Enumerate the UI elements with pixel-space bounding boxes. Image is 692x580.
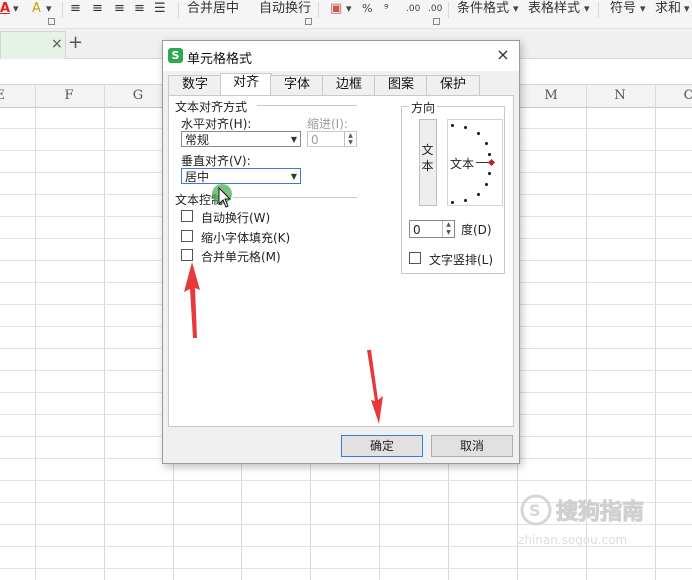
dropdown-arrow-icon[interactable]: ▾: [13, 0, 19, 20]
shrink-to-fit-label[interactable]: 缩小字体填充(K): [201, 229, 290, 246]
decimal-decrease-button[interactable]: .00: [428, 0, 442, 20]
dropdown-arrow-icon[interactable]: ▾: [640, 0, 646, 20]
symbol-button[interactable]: 符号: [610, 0, 636, 20]
wps-spreadsheet-icon: S: [168, 48, 183, 63]
column-header[interactable]: O: [655, 88, 692, 103]
font-color-icon[interactable]: A: [0, 0, 10, 20]
annotation-arrow-up: [184, 262, 200, 338]
spinner-arrows-icon[interactable]: ▲ ▼: [344, 132, 356, 146]
vertical-stack-checkbox[interactable]: [409, 252, 421, 264]
chevron-down-icon: ▼: [290, 172, 297, 181]
font-group-launcher-icon[interactable]: [48, 18, 55, 25]
conditional-format-button[interactable]: 条件格式: [457, 0, 509, 20]
merge-cells-checkbox[interactable]: [181, 249, 193, 261]
svg-text:S: S: [529, 501, 541, 520]
document-tab[interactable]: ×: [0, 31, 66, 59]
orientation-dial[interactable]: 文本: [447, 119, 503, 206]
column-header[interactable]: E: [0, 88, 34, 103]
number-group-launcher-icon[interactable]: [433, 18, 440, 25]
table-style-button[interactable]: 表格样式: [528, 0, 580, 20]
tab-alignment[interactable]: 对齐: [220, 73, 272, 96]
dropdown-arrow-icon[interactable]: ▾: [513, 0, 519, 20]
dropdown-arrow-icon[interactable]: ▾: [584, 0, 590, 20]
tab-border[interactable]: 边框: [322, 75, 376, 95]
text-alignment-group-label: 文本对齐方式: [175, 100, 248, 114]
sum-button[interactable]: 求和: [655, 0, 681, 20]
dialog-title-bar[interactable]: S 单元格格式 ×: [163, 41, 519, 71]
tab-protection[interactable]: 保护: [426, 75, 480, 95]
alignment-panel: 文本对齐方式 水平对齐(H): 常规 ▼ 缩进(I): 0 ▲ ▼ 垂直对齐(V)…: [168, 95, 514, 427]
justify-icon[interactable]: ≡: [134, 0, 145, 20]
tab-close-icon[interactable]: ×: [51, 36, 63, 52]
toolbar-ribbon: A ▾ A ▾ ≡ ≡ ≡ ≡ ☰ 合并居中 自动换行 ▣ ▾ % ⁹ .00 …: [0, 0, 692, 29]
shrink-to-fit-checkbox[interactable]: [181, 230, 193, 242]
merge-cells-label[interactable]: 合并单元格(M): [201, 248, 281, 265]
column-header[interactable]: N: [586, 88, 654, 103]
tab-number[interactable]: 数字: [168, 75, 222, 95]
tab-pattern[interactable]: 图案: [374, 75, 428, 95]
column-header[interactable]: M: [517, 88, 585, 103]
cancel-button[interactable]: 取消: [431, 435, 513, 457]
column-header[interactable]: F: [35, 88, 103, 103]
vertical-text-button[interactable]: 文本: [419, 119, 437, 206]
orientation-group-label: 方向: [409, 99, 438, 116]
degree-spinner[interactable]: 0 ▲ ▼: [409, 220, 455, 238]
align-center-icon[interactable]: ≡: [92, 0, 103, 20]
vertical-align-label: 垂直对齐(V):: [181, 154, 251, 168]
dialog-title: 单元格格式: [187, 52, 253, 67]
currency-icon[interactable]: ▣: [330, 0, 342, 20]
align-right-icon[interactable]: ≡: [114, 0, 125, 20]
thousands-separator-button[interactable]: ⁹: [384, 0, 388, 20]
dropdown-arrow-icon[interactable]: ▾: [46, 0, 52, 20]
dropdown-arrow-icon[interactable]: ▾: [684, 0, 690, 20]
distributed-icon[interactable]: ☰: [154, 0, 166, 20]
vertical-stack-label[interactable]: 文字竖排(L): [429, 251, 493, 268]
fill-color-icon[interactable]: A: [32, 0, 41, 20]
auto-wrap-button[interactable]: 自动换行: [259, 0, 311, 20]
ok-button[interactable]: 确定: [341, 435, 423, 457]
mouse-pointer-icon: [218, 187, 232, 208]
horizontal-align-label: 水平对齐(H):: [181, 117, 252, 131]
new-tab-icon[interactable]: +: [68, 32, 83, 53]
wrap-text-label[interactable]: 自动换行(W): [201, 209, 270, 226]
merge-center-button[interactable]: 合并居中: [187, 0, 239, 20]
dropdown-arrow-icon[interactable]: ▾: [346, 0, 352, 20]
vertical-align-select[interactable]: 居中 ▼: [181, 168, 301, 184]
orientation-dial-text: 文本: [450, 157, 475, 171]
align-group-launcher-icon[interactable]: [305, 18, 312, 25]
annotation-arrow-down: [367, 350, 383, 424]
align-left-icon[interactable]: ≡: [70, 0, 81, 20]
chevron-down-icon: ▼: [290, 135, 297, 144]
svg-text:搜狗指南: 搜狗指南: [556, 500, 644, 525]
horizontal-align-select[interactable]: 常规 ▼: [181, 131, 301, 147]
indent-label: 缩进(I):: [307, 117, 348, 131]
close-icon[interactable]: ×: [493, 45, 513, 65]
svg-text:zhinan.sogou.com: zhinan.sogou.com: [518, 533, 627, 547]
degree-label: 度(D): [461, 223, 492, 237]
wrap-text-checkbox[interactable]: [181, 210, 193, 222]
tab-font[interactable]: 字体: [270, 75, 324, 95]
percent-button[interactable]: %: [362, 0, 372, 20]
spinner-arrows-icon[interactable]: ▲ ▼: [442, 221, 454, 237]
indent-spinner[interactable]: 0 ▲ ▼: [307, 131, 357, 147]
watermark-logo: S 搜狗指南 zhinan.sogou.com: [518, 494, 645, 547]
format-cells-dialog: S 单元格格式 × 数字 对齐 字体 边框 图案 保护 文本对齐方式 水平对齐(…: [162, 40, 520, 464]
decimal-increase-button[interactable]: .00: [406, 0, 420, 20]
